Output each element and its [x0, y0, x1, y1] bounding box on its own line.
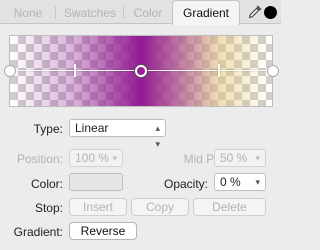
mid-point-select-value: 50 %	[220, 151, 248, 165]
tab-none[interactable]: None	[0, 4, 56, 22]
midpoint-handle-right[interactable]	[218, 64, 220, 77]
position-select-value: 100 %	[75, 151, 110, 165]
eyedropper-icon[interactable]	[247, 4, 263, 20]
stop-label: Stop:	[34, 201, 63, 215]
chevron-down-icon: ▾	[112, 153, 117, 163]
gradient-start-handle[interactable]	[4, 65, 16, 77]
tab-bar: None Swatches Color Gradient	[0, 0, 281, 25]
color-label: Color:	[30, 177, 63, 191]
tab-gradient[interactable]: Gradient	[172, 0, 240, 25]
tab-swatches[interactable]: Swatches	[56, 4, 124, 22]
chevron-down-icon: ▾	[255, 153, 260, 163]
gradient-preview[interactable]	[4, 35, 279, 107]
opacity-label: Opacity:	[163, 177, 208, 191]
gradient-label: Gradient:	[13, 225, 63, 239]
type-select-value: Linear	[75, 121, 109, 135]
current-color-swatch[interactable]	[264, 6, 277, 19]
position-select[interactable]: 100 % ▾	[69, 149, 123, 167]
type-select[interactable]: Linear ▴ ▾	[69, 119, 166, 149]
delete-button[interactable]: Delete	[193, 198, 266, 216]
reverse-button[interactable]: Reverse	[69, 222, 137, 240]
opacity-select-value: 0 %	[220, 175, 241, 189]
type-label: Type:	[33, 122, 63, 136]
position-label: Position:	[16, 152, 63, 166]
copy-button[interactable]: Copy	[131, 198, 189, 216]
midpoint-handle-left[interactable]	[74, 64, 76, 77]
insert-button[interactable]: Insert	[69, 198, 127, 216]
tab-color[interactable]: Color	[124, 4, 172, 22]
gradient-end-handle[interactable]	[267, 65, 279, 77]
chevron-down-icon: ▾	[255, 177, 260, 187]
color-swatch[interactable]	[69, 173, 123, 191]
color-panel: None Swatches Color Gradient Type: Linea…	[0, 0, 281, 250]
mid-point-select[interactable]: 50 % ▾	[214, 149, 266, 167]
opacity-select[interactable]: 0 % ▾	[214, 173, 266, 191]
updown-chevron-icon: ▴ ▾	[155, 123, 160, 149]
gradient-stop-handle[interactable]	[135, 65, 147, 77]
